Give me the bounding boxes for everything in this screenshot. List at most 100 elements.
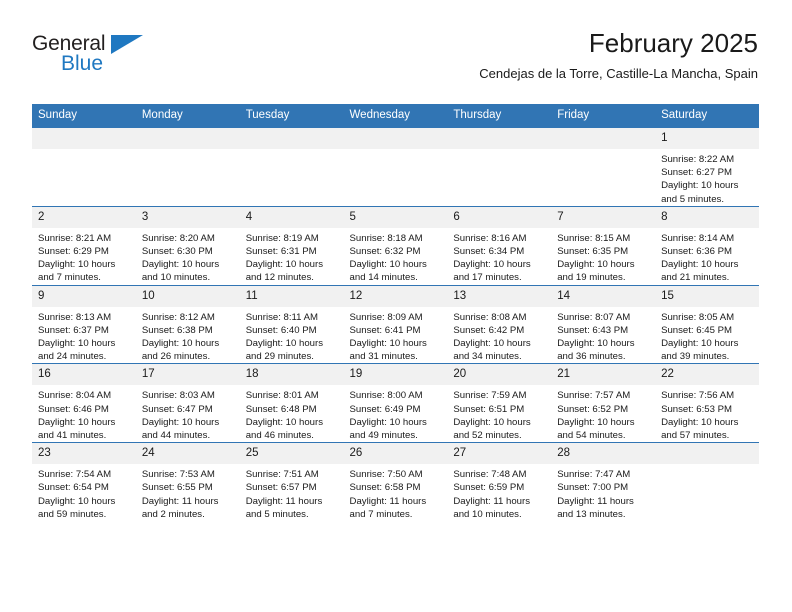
day-number	[447, 128, 552, 149]
day-cell[interactable]: 12 Sunrise: 8:09 AM Sunset: 6:41 PM Dayligh…	[343, 284, 448, 364]
sunrise-text: Sunrise: 8:01 AM	[245, 390, 319, 402]
day-cell[interactable]: 5 Sunrise: 8:18 AM Sunset: 6:32 PM Daylight…	[343, 205, 448, 286]
daylight-text: Daylight: 10 hours and 7 minutes.	[38, 259, 116, 284]
day-cell[interactable]: 10 Sunrise: 8:12 AM Sunset: 6:38 PM Dayligh…	[135, 284, 240, 364]
daylight-text: Daylight: 10 hours and 12 minutes.	[245, 259, 324, 284]
day-details: Sunrise: 8:16 AM Sunset: 6:34 PM Daylight:…	[447, 228, 551, 285]
day-number: 13	[447, 285, 552, 307]
day-number: 6	[447, 206, 552, 228]
sunrise-text: Sunrise: 8:12 AM	[141, 311, 215, 323]
day-details: Sunrise: 7:47 AM Sunset: 7:00 PM Daylight:…	[551, 464, 655, 521]
sunrise-text: Sunrise: 8:07 AM	[557, 311, 631, 323]
day-cell[interactable]: 8 Sunrise: 8:14 AM Sunset: 6:36 PM Daylight…	[655, 205, 759, 286]
sunset-text: Sunset: 6:55 PM	[141, 482, 213, 494]
sunrise-text: Sunrise: 8:08 AM	[453, 311, 527, 323]
sunrise-text: Sunrise: 8:13 AM	[38, 311, 112, 323]
logo-text-blue: Blue	[61, 52, 104, 75]
day-number: 2	[32, 206, 136, 228]
day-cell[interactable]	[32, 127, 136, 207]
day-details: Sunrise: 8:09 AM Sunset: 6:41 PM Daylight:…	[344, 307, 448, 364]
daylight-text: Daylight: 10 hours and 49 minutes.	[349, 416, 427, 442]
sunset-text: Sunset: 6:40 PM	[245, 324, 317, 336]
day-number	[551, 128, 656, 149]
daylight-text: Daylight: 10 hours and 21 minutes.	[661, 259, 739, 284]
day-number: 28	[551, 443, 656, 465]
sunset-text: Sunset: 7:00 PM	[557, 482, 629, 494]
sunset-text: Sunset: 6:42 PM	[453, 324, 525, 336]
sunset-text: Sunset: 6:31 PM	[245, 246, 317, 258]
day-cell[interactable]: 17 Sunrise: 8:03 AM Sunset: 6:47 PM Dayligh…	[135, 363, 240, 443]
sunrise-text: Sunrise: 8:15 AM	[557, 232, 631, 244]
sunset-text: Sunset: 6:30 PM	[141, 246, 213, 258]
calendar-body: 1 Sunrise: 8:22 AM Sunset: 6:27 PM Dayli…	[32, 127, 759, 522]
day-cell[interactable]	[239, 127, 344, 207]
weekday-header-tuesday: Tuesday	[239, 104, 344, 128]
daylight-text: Daylight: 11 hours and 10 minutes.	[453, 495, 530, 520]
day-details: Sunrise: 7:56 AM Sunset: 6:53 PM Daylight:…	[655, 385, 759, 442]
day-cell[interactable]: 16 Sunrise: 8:04 AM Sunset: 6:46 PM Dayligh…	[32, 363, 136, 443]
day-cell[interactable]: 1 Sunrise: 8:22 AM Sunset: 6:27 PM Dayli…	[655, 127, 759, 207]
sunrise-text: Sunrise: 7:57 AM	[557, 390, 631, 402]
day-cell[interactable]: 20 Sunrise: 7:59 AM Sunset: 6:51 PM Dayligh…	[447, 363, 552, 443]
day-cell[interactable]: 21 Sunrise: 7:57 AM Sunset: 6:52 PM Dayligh…	[551, 363, 656, 443]
sunset-text: Sunset: 6:43 PM	[557, 324, 629, 336]
day-cell[interactable]	[655, 442, 759, 522]
day-cell[interactable]	[135, 127, 240, 207]
day-cell[interactable]: 14 Sunrise: 8:07 AM Sunset: 6:43 PM Dayligh…	[551, 284, 656, 364]
daylight-text: Daylight: 11 hours and 5 minutes.	[245, 495, 323, 520]
day-cell[interactable]: 22 Sunrise: 7:56 AM Sunset: 6:53 PM Dayligh…	[655, 363, 759, 443]
week-row: 9 Sunrise: 8:13 AM Sunset: 6:37 PM Daylight…	[32, 284, 759, 364]
sunrise-text: Sunrise: 8:20 AM	[141, 232, 215, 244]
day-number: 20	[447, 364, 552, 386]
sunrise-text: Sunrise: 8:18 AM	[349, 232, 423, 244]
day-cell[interactable]: 27 Sunrise: 7:48 AM Sunset: 6:59 PM Dayligh…	[447, 442, 552, 522]
sunset-text: Sunset: 6:54 PM	[38, 482, 109, 494]
day-cell[interactable]: 7 Sunrise: 8:15 AM Sunset: 6:35 PM Daylight…	[551, 205, 656, 286]
sunset-text: Sunset: 6:49 PM	[349, 403, 421, 415]
day-cell[interactable]: 11 Sunrise: 8:11 AM Sunset: 6:40 PM Dayligh…	[239, 284, 344, 364]
day-number: 5	[343, 206, 448, 228]
day-cell[interactable]: 3 Sunrise: 8:20 AM Sunset: 6:30 PM Daylight…	[135, 205, 240, 286]
day-number: 27	[447, 443, 552, 465]
sunset-text: Sunset: 6:46 PM	[38, 403, 109, 415]
day-number: 24	[135, 443, 240, 465]
daylight-text: Daylight: 10 hours and 54 minutes.	[557, 416, 635, 442]
daylight-text: Daylight: 11 hours and 2 minutes.	[141, 495, 219, 520]
daylight-text: Daylight: 10 hours and 29 minutes.	[245, 338, 324, 363]
day-cell[interactable]: 26 Sunrise: 7:50 AM Sunset: 6:58 PM Dayligh…	[343, 442, 448, 522]
day-cell[interactable]	[551, 127, 656, 207]
day-details: Sunrise: 8:00 AM Sunset: 6:49 PM Daylight:…	[344, 385, 448, 442]
day-cell[interactable]: 18 Sunrise: 8:01 AM Sunset: 6:48 PM Dayligh…	[239, 363, 344, 443]
sunset-text: Sunset: 6:48 PM	[245, 403, 317, 415]
sunset-text: Sunset: 6:53 PM	[661, 403, 732, 415]
day-cell[interactable]: 23 Sunrise: 7:54 AM Sunset: 6:54 PM Dayligh…	[32, 442, 136, 522]
day-cell[interactable]: 2 Sunrise: 8:21 AM Sunset: 6:29 PM Daylight…	[32, 205, 136, 286]
day-cell[interactable]: 28 Sunrise: 7:47 AM Sunset: 7:00 PM Dayligh…	[551, 442, 656, 522]
daylight-text: Daylight: 10 hours and 14 minutes.	[349, 259, 427, 284]
weekday-header-saturday: Saturday	[655, 104, 759, 128]
day-cell[interactable]: 9 Sunrise: 8:13 AM Sunset: 6:37 PM Daylight…	[32, 284, 136, 364]
day-number: 18	[239, 364, 344, 386]
day-cell[interactable]: 4 Sunrise: 8:19 AM Sunset: 6:31 PM Daylight…	[239, 205, 344, 286]
general-blue-logo: General Blue	[32, 33, 162, 83]
daylight-text: Daylight: 10 hours and 59 minutes.	[38, 495, 116, 520]
day-cell[interactable]: 6 Sunrise: 8:16 AM Sunset: 6:34 PM Daylight…	[447, 205, 552, 286]
daylight-text: Daylight: 10 hours and 5 minutes.	[661, 180, 739, 205]
day-cell[interactable]: 15 Sunrise: 8:05 AM Sunset: 6:45 PM Dayligh…	[655, 284, 759, 364]
day-cell[interactable]: 24 Sunrise: 7:53 AM Sunset: 6:55 PM Dayligh…	[135, 442, 240, 522]
day-details: Sunrise: 8:05 AM Sunset: 6:45 PM Daylight:…	[655, 307, 759, 364]
day-details: Sunrise: 7:57 AM Sunset: 6:52 PM Daylight:…	[551, 385, 655, 442]
day-cell[interactable]	[447, 127, 552, 207]
daylight-text: Daylight: 11 hours and 7 minutes.	[349, 495, 427, 520]
day-cell[interactable]: 25 Sunrise: 7:51 AM Sunset: 6:57 PM Dayligh…	[239, 442, 344, 522]
day-cell[interactable]: 19 Sunrise: 8:00 AM Sunset: 6:49 PM Dayligh…	[343, 363, 448, 443]
sunrise-text: Sunrise: 7:56 AM	[661, 390, 735, 402]
day-number: 3	[135, 206, 240, 228]
daylight-text: Daylight: 10 hours and 39 minutes.	[661, 338, 739, 363]
day-cell[interactable]: 13 Sunrise: 8:08 AM Sunset: 6:42 PM Dayligh…	[447, 284, 552, 364]
day-cell[interactable]	[343, 127, 448, 207]
sunset-text: Sunset: 6:59 PM	[453, 482, 525, 494]
daylight-text: Daylight: 10 hours and 19 minutes.	[557, 259, 635, 284]
day-details: Sunrise: 8:14 AM Sunset: 6:36 PM Daylight:…	[655, 228, 759, 285]
day-number: 14	[551, 285, 656, 307]
